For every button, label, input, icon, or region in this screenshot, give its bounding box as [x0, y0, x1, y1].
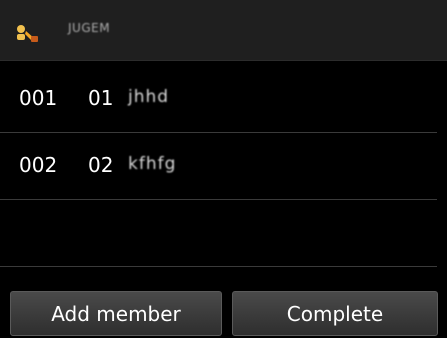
member-name: kfhfg: [128, 154, 177, 174]
group-dial-icon: [17, 25, 38, 42]
member-row-1[interactable]: 001 01 jhhd: [0, 66, 437, 133]
header-bar: JUGEM: [0, 0, 447, 61]
member-name: jhhd: [128, 87, 170, 107]
add-member-button[interactable]: Add member: [10, 291, 222, 336]
group-dial-screen: JUGEM 001 01 jhhd 002 02 kfhfg Add membe…: [0, 0, 447, 338]
empty-row: [0, 200, 437, 267]
member-code: 02: [88, 153, 114, 177]
member-number: 001: [19, 86, 58, 110]
member-code: 01: [88, 86, 114, 110]
member-number: 002: [19, 153, 58, 177]
group-name-title: JUGEM: [68, 21, 111, 35]
member-list: 001 01 jhhd 002 02 kfhfg: [0, 66, 447, 267]
member-row-2[interactable]: 002 02 kfhfg: [0, 133, 437, 200]
button-bar: Add member Complete: [0, 291, 447, 338]
complete-button[interactable]: Complete: [232, 291, 438, 336]
